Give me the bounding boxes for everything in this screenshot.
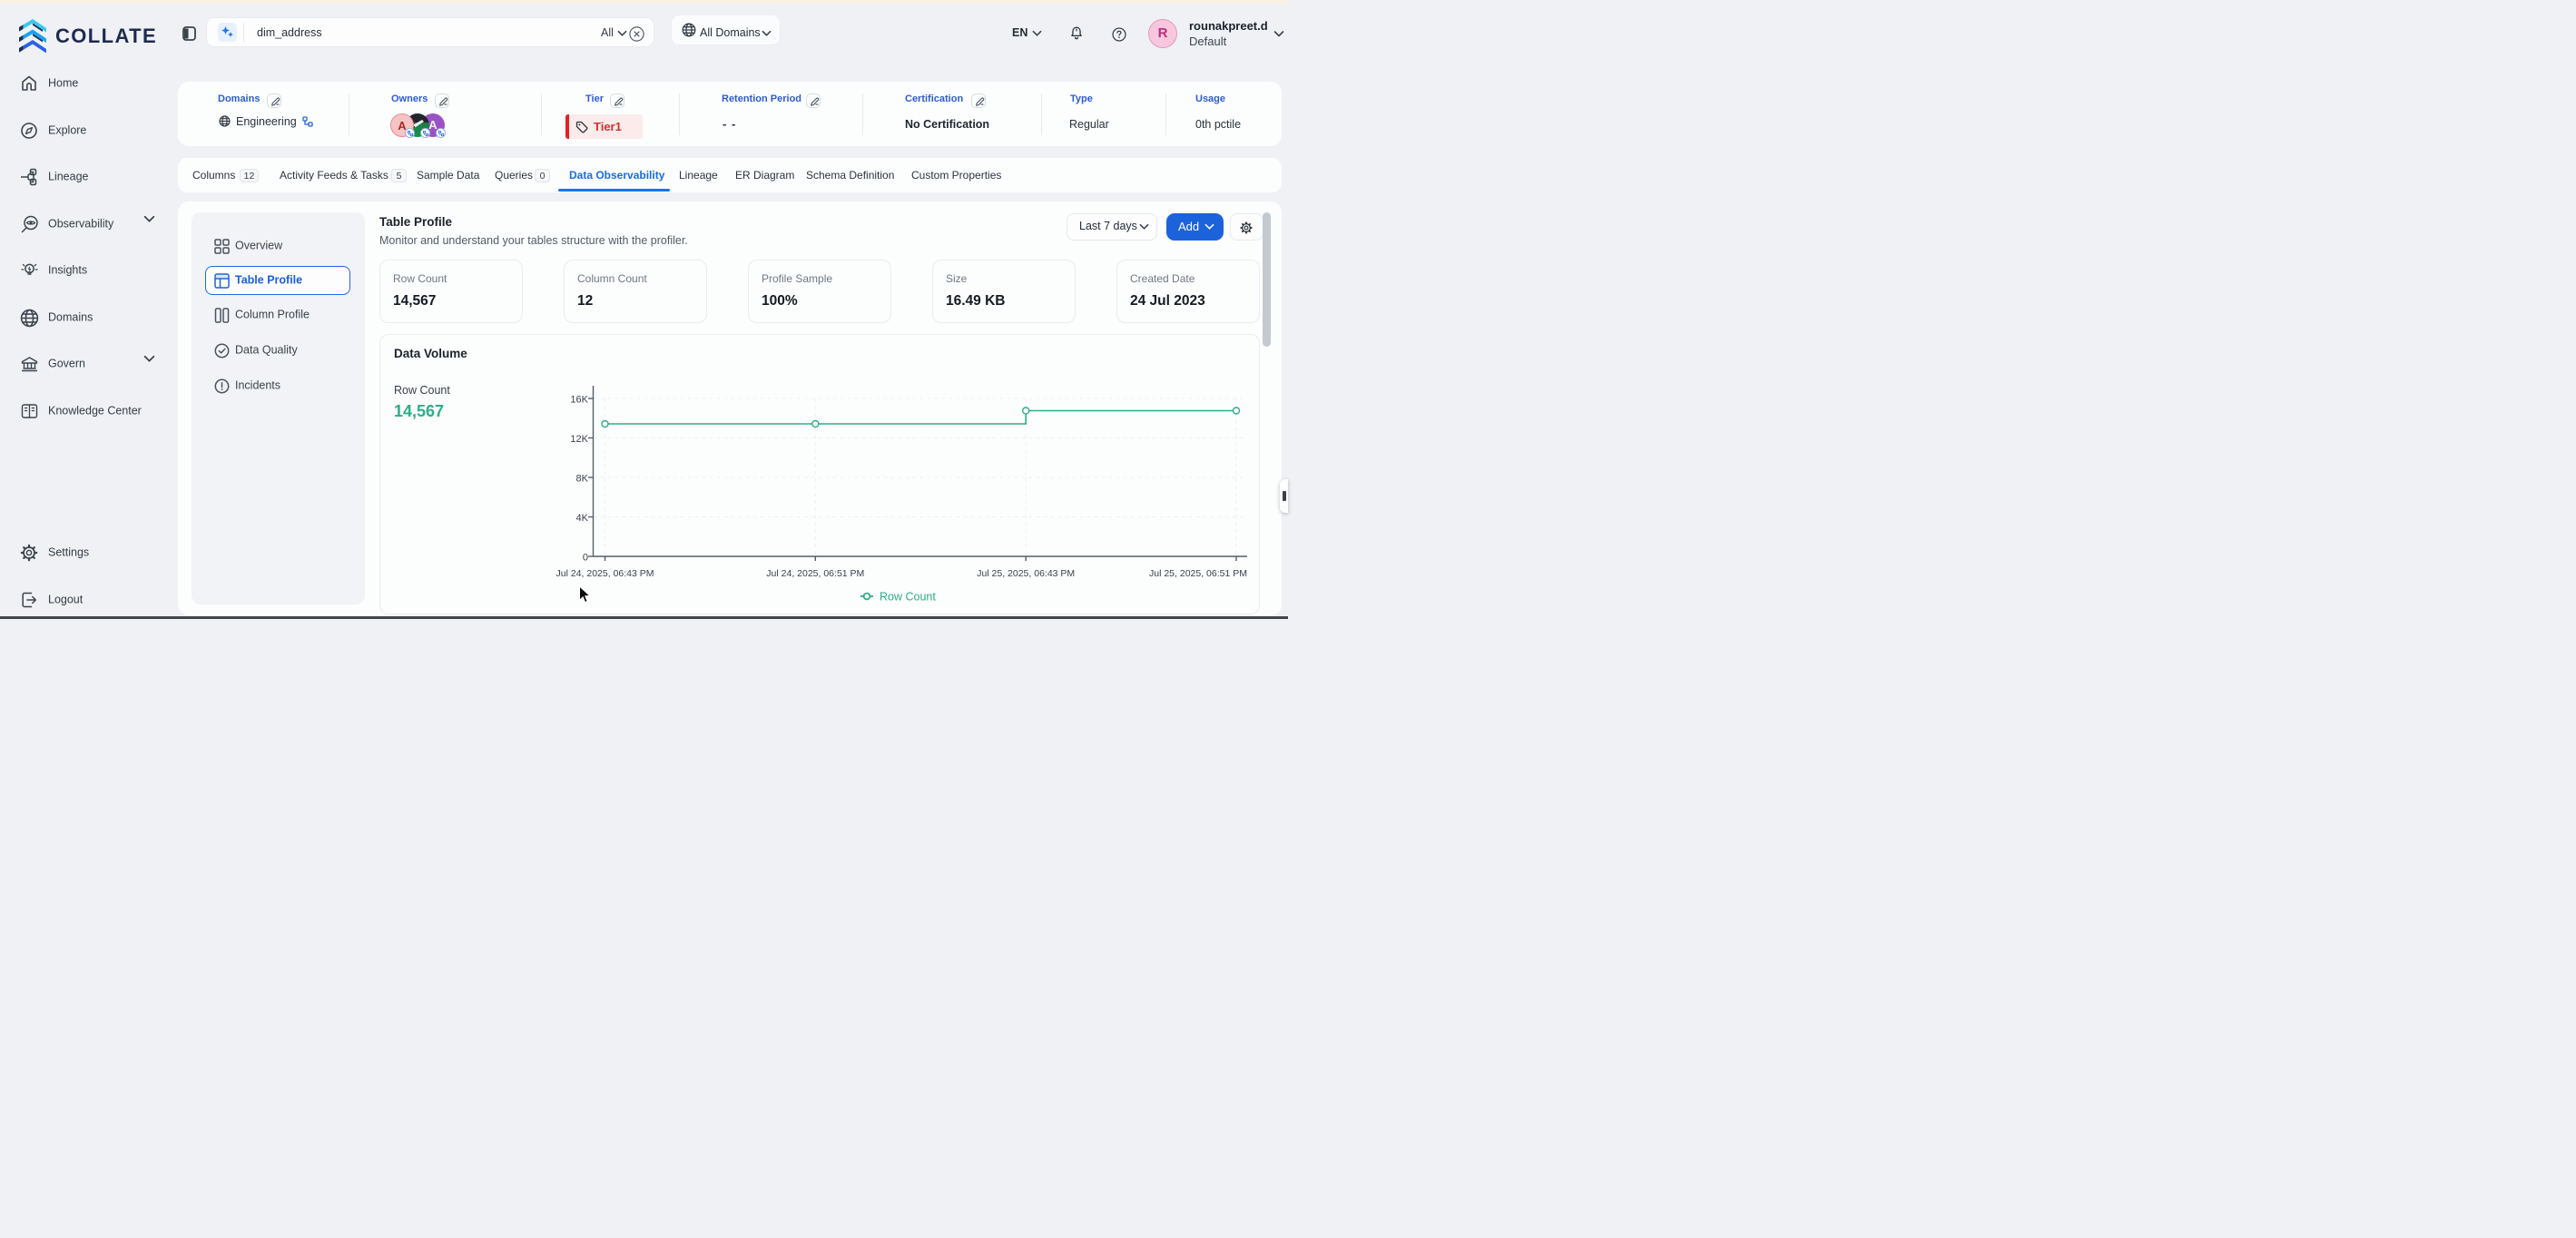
svg-text:0: 0 [583, 553, 588, 564]
svg-text:4K: 4K [576, 513, 589, 524]
svg-text:8K: 8K [576, 474, 589, 485]
svg-text:Jul 24, 2025, 06:43 PM: Jul 24, 2025, 06:43 PM [556, 568, 654, 579]
svg-text:Jul 24, 2025, 06:51 PM: Jul 24, 2025, 06:51 PM [766, 568, 864, 579]
svg-text:12K: 12K [570, 434, 588, 445]
svg-text:Jul 25, 2025, 06:43 PM: Jul 25, 2025, 06:43 PM [977, 568, 1075, 579]
svg-text:16K: 16K [570, 395, 588, 406]
svg-text:Jul 25, 2025, 06:51 PM: Jul 25, 2025, 06:51 PM [1149, 568, 1247, 579]
svg-text:Row Count: Row Count [880, 591, 936, 604]
